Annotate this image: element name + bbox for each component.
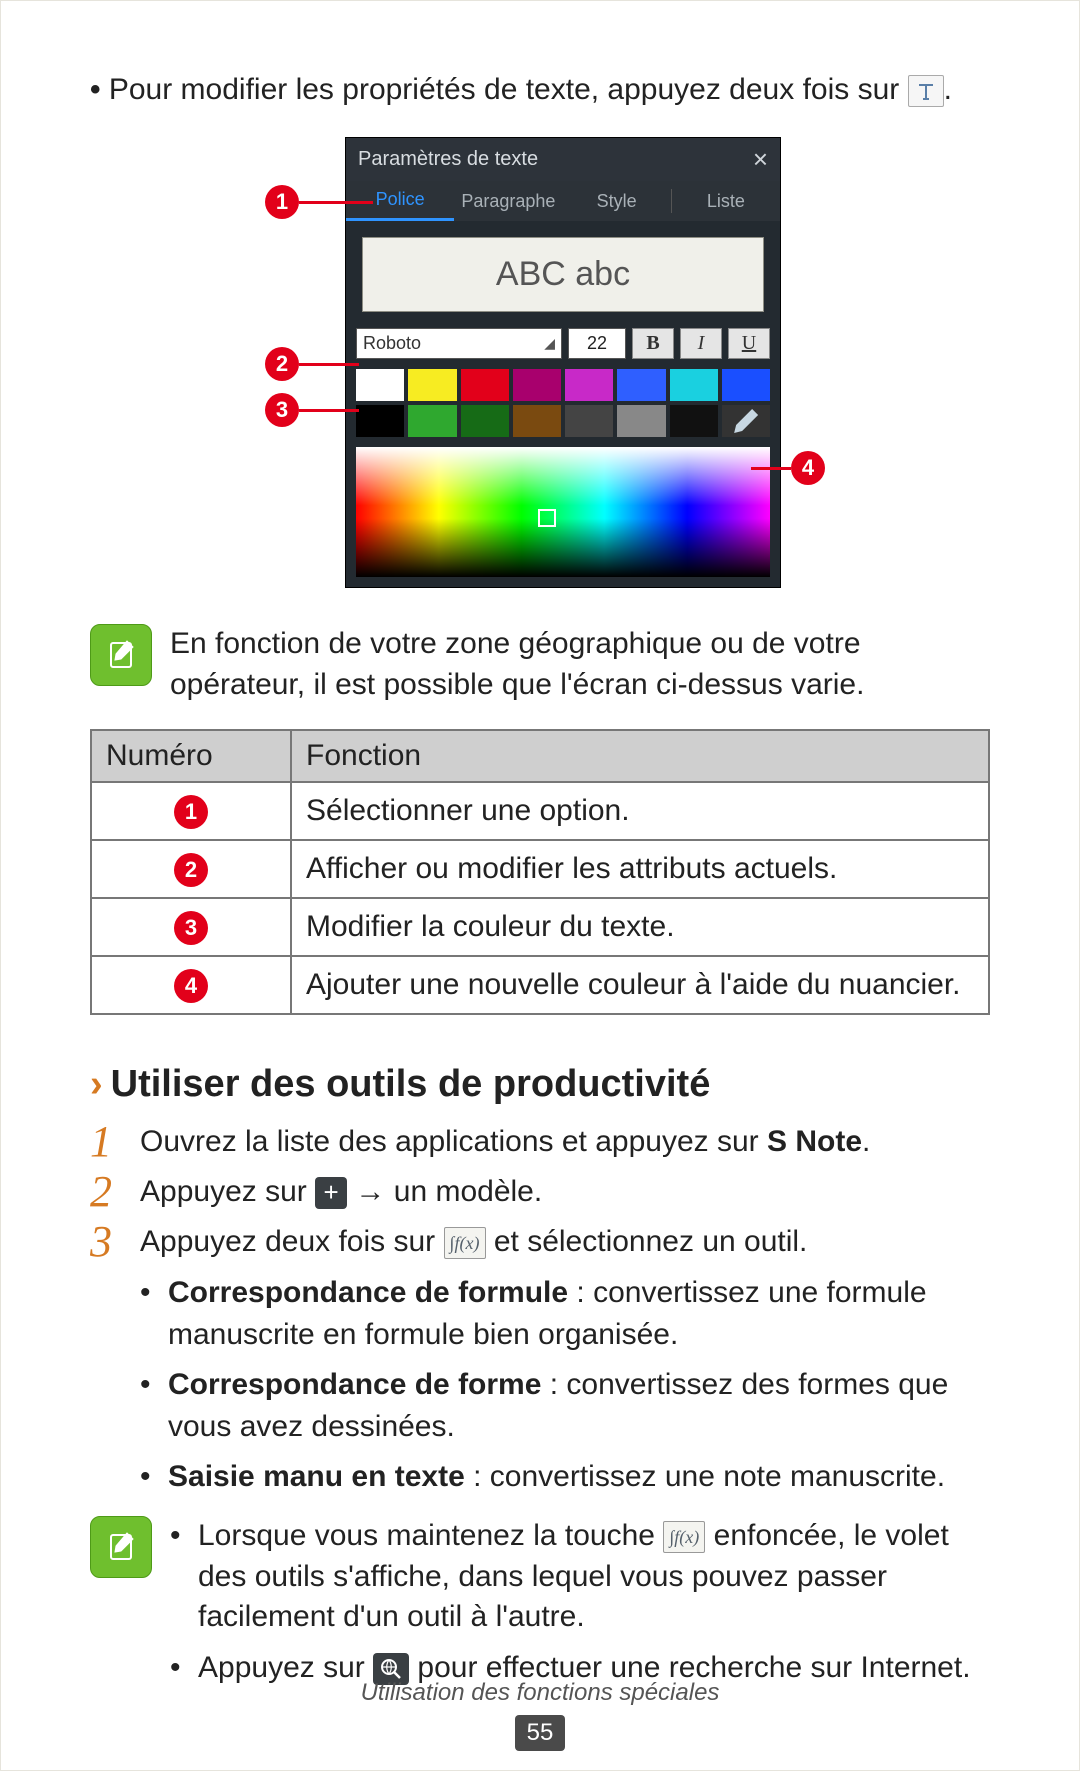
table-row: 2Afficher ou modifier les attributs actu… bbox=[91, 840, 989, 898]
list-item: Correspondance de formule : convertissez… bbox=[140, 1272, 990, 1356]
manual-page: • Pour modifier les propriétés de texte,… bbox=[0, 0, 1080, 1771]
note-icon bbox=[90, 624, 152, 686]
color-gradient[interactable] bbox=[356, 447, 770, 577]
step-2: 2Appuyez sur + → un modèle. bbox=[90, 1170, 990, 1214]
attr-row: Roboto◢ 22 B I U bbox=[346, 328, 780, 365]
tab-style[interactable]: Style bbox=[563, 183, 671, 220]
callout-4: 4 bbox=[791, 451, 825, 485]
steps-list: 1Ouvrez la liste des applications et app… bbox=[90, 1120, 990, 1264]
color-swatch[interactable] bbox=[513, 405, 561, 437]
table-row: 1Sélectionner une option. bbox=[91, 782, 989, 840]
th-numero: Numéro bbox=[91, 730, 291, 782]
tab-liste[interactable]: Liste bbox=[672, 183, 780, 220]
tab-paragraphe[interactable]: Paragraphe bbox=[454, 183, 562, 220]
page-number: 55 bbox=[515, 1715, 565, 1751]
color-swatch[interactable] bbox=[617, 369, 665, 401]
panel-titlebar: Paramètres de texte × bbox=[346, 138, 780, 181]
screenshot-figure: 1 2 3 4 Paramètres de texte × Police Par… bbox=[265, 137, 815, 588]
eyedropper-icon[interactable] bbox=[722, 405, 770, 437]
color-swatch[interactable] bbox=[461, 369, 509, 401]
callout-1: 1 bbox=[265, 185, 299, 219]
text-tool-icon bbox=[908, 75, 944, 107]
color-swatch[interactable] bbox=[565, 405, 613, 437]
list-item: Correspondance de forme : convertissez d… bbox=[140, 1364, 990, 1448]
color-swatch[interactable] bbox=[356, 405, 404, 437]
close-icon[interactable]: × bbox=[753, 144, 768, 175]
fx-icon: ∫f(x) bbox=[663, 1521, 705, 1553]
note-box-2: •Lorsque vous maintenez la touche ∫f(x) … bbox=[90, 1516, 990, 1688]
font-preview: ABC abc bbox=[362, 237, 764, 312]
fx-icon: ∫f(x) bbox=[444, 1227, 486, 1259]
function-table: NuméroFonction 1Sélectionner une option.… bbox=[90, 729, 990, 1015]
tools-list: Correspondance de formule : convertissez… bbox=[140, 1272, 990, 1498]
color-swatches bbox=[346, 365, 780, 447]
note-icon bbox=[90, 1516, 152, 1578]
step-3: 3Appuyez deux fois sur ∫f(x) et sélectio… bbox=[90, 1220, 990, 1264]
intro-text: Pour modifier les propriétés de texte, a… bbox=[109, 73, 908, 106]
color-swatch[interactable] bbox=[513, 369, 561, 401]
gradient-cursor bbox=[538, 509, 556, 527]
color-swatch[interactable] bbox=[617, 405, 665, 437]
font-select[interactable]: Roboto◢ bbox=[356, 328, 562, 359]
color-swatch[interactable] bbox=[408, 369, 456, 401]
color-swatch[interactable] bbox=[461, 405, 509, 437]
italic-button[interactable]: I bbox=[680, 328, 722, 359]
color-swatch[interactable] bbox=[356, 369, 404, 401]
table-row: 4Ajouter une nouvelle couleur à l'aide d… bbox=[91, 956, 989, 1014]
panel-tabs: Police Paragraphe Style Liste bbox=[346, 181, 780, 221]
color-swatch[interactable] bbox=[722, 369, 770, 401]
callout-3: 3 bbox=[265, 393, 299, 427]
color-swatch[interactable] bbox=[565, 369, 613, 401]
table-row: 3Modifier la couleur du texte. bbox=[91, 898, 989, 956]
list-item: Saisie manu en texte : convertissez une … bbox=[140, 1456, 990, 1498]
plus-icon: + bbox=[315, 1177, 347, 1209]
color-swatch[interactable] bbox=[408, 405, 456, 437]
note-text-1: En fonction de votre zone géographique o… bbox=[170, 624, 990, 705]
underline-button[interactable]: U bbox=[728, 328, 770, 359]
font-size-input[interactable]: 22 bbox=[568, 328, 626, 359]
section-heading: ›Utiliser des outils de productivité bbox=[90, 1063, 990, 1106]
step-1: 1Ouvrez la liste des applications et app… bbox=[90, 1120, 990, 1164]
color-swatch[interactable] bbox=[670, 369, 718, 401]
th-fonction: Fonction bbox=[291, 730, 989, 782]
callout-2: 2 bbox=[265, 347, 299, 381]
intro-line: • Pour modifier les propriétés de texte,… bbox=[90, 70, 990, 109]
text-settings-panel: Paramètres de texte × Police Paragraphe … bbox=[345, 137, 781, 588]
footer-title: Utilisation des fonctions spéciales bbox=[0, 1679, 1080, 1707]
panel-title-text: Paramètres de texte bbox=[358, 148, 538, 171]
note-box-1: En fonction de votre zone géographique o… bbox=[90, 624, 990, 705]
color-swatch[interactable] bbox=[670, 405, 718, 437]
bold-button[interactable]: B bbox=[632, 328, 674, 359]
